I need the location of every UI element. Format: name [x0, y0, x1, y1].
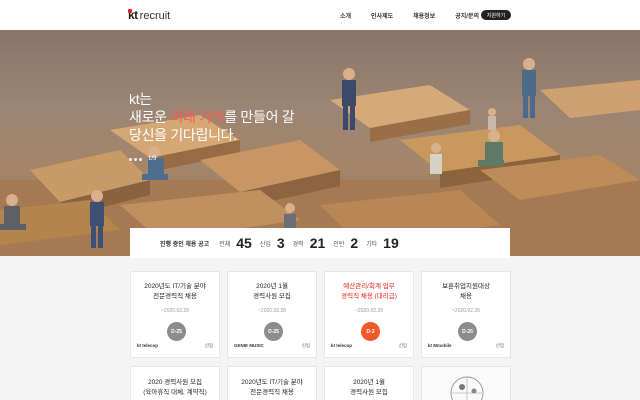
- job-title-line-2: (육아휴직 대체, 계약직): [143, 389, 207, 396]
- job-title-line-1: 2020 경력사원 모집: [148, 379, 202, 386]
- job-stats-bar: 진행 중인 채용 공고 전체 45 신입 3 경력 21 인턴 2 기타 19: [130, 228, 510, 258]
- job-title-line-1: 2020년 1월: [353, 379, 385, 386]
- stat-other[interactable]: 기타 19: [366, 235, 399, 251]
- job-title-line-1: 2020년도 IT/기술 분야: [241, 379, 303, 386]
- stat-experienced[interactable]: 경력 21: [293, 235, 326, 251]
- main-nav: 소개 인사제도 채용정보 공지/문의: [340, 0, 499, 30]
- kt-recruit-logo[interactable]: kt recruit: [128, 8, 170, 22]
- dday-badge: D-25: [167, 322, 186, 341]
- job-type: 신입: [301, 343, 310, 348]
- job-type: 신입: [495, 343, 504, 348]
- job-title: 2020 경력사원 모집 (육아휴직 대체, 계약직): [131, 378, 219, 398]
- stat-all[interactable]: 전체 45: [219, 235, 252, 251]
- company-name: kt telecop: [331, 343, 353, 348]
- stat-new[interactable]: 신입 3: [260, 235, 285, 251]
- stat-name: 신입: [259, 241, 271, 248]
- slide-dot-2[interactable]: [134, 157, 137, 161]
- company-name: GENIE MUSIC: [234, 343, 264, 348]
- job-title-line-1: 2020년 1월: [256, 283, 288, 290]
- stat-name: 인턴: [333, 241, 345, 248]
- job-title-line-2: 경력사원 모집: [253, 293, 291, 300]
- hero-headline: kt는 새로운 미래 가치를 만들어 갈 당신을 기다립니다.: [129, 90, 295, 144]
- job-deadline: ~2020.02.29: [161, 308, 189, 314]
- job-card[interactable]: 2020 경력사원 모집 (육아휴직 대체, 계약직): [130, 366, 220, 400]
- hero-line-1: kt는: [129, 91, 152, 107]
- hero-line-2: 새로운 미래 가치를 만들어 갈: [129, 108, 295, 126]
- slide-dot-3[interactable]: [139, 157, 142, 161]
- job-title-line-2: 채용: [460, 293, 472, 300]
- apply-button[interactable]: 지원하기: [481, 10, 511, 20]
- slide-counter: 1/3: [148, 156, 157, 162]
- top-header: kt recruit 소개 인사제도 채용정보 공지/문의 지원하기: [0, 0, 640, 30]
- hero-banner: kt는 새로운 미래 가치를 만들어 갈 당신을 기다립니다. 1/3: [0, 30, 640, 256]
- job-title: 2020년 1월경력사원 모집: [228, 282, 316, 302]
- job-title-line-2: 경력직 채용 (대리급): [341, 293, 397, 300]
- job-title-line-1: 2020년도 IT/기술 분야: [144, 283, 206, 290]
- job-title: 2020년도 IT/기술 분야전문경력직 채용: [131, 282, 219, 302]
- dday-badge: D-3: [361, 322, 380, 341]
- slide-pager: 1/3: [129, 156, 156, 162]
- job-type: 신입: [398, 343, 407, 348]
- job-card[interactable]: 2020년도 IT/기술 분야전문경력직 채용 ~2020.02.29 D-25…: [130, 271, 220, 358]
- stat-value: 2: [350, 235, 359, 251]
- job-title-line-2: 전문경력직 채용: [250, 389, 294, 396]
- job-title: 예산관리/회계 업무경력직 채용 (대리급): [325, 282, 413, 302]
- stat-value: 3: [276, 235, 285, 251]
- stats-label: 진행 중인 채용 공고: [160, 241, 210, 248]
- hero-line-2-post: 를 만들어 갈: [224, 109, 295, 125]
- hero-line-2-pre: 새로운: [129, 109, 171, 125]
- stat-value: 21: [309, 235, 326, 251]
- promo-illustration-icon: [450, 376, 484, 400]
- dday-badge: D-25: [264, 322, 283, 341]
- stat-value: 19: [383, 235, 399, 251]
- slide-dot-1[interactable]: [129, 157, 132, 161]
- job-card[interactable]: 예산관리/회계 업무경력직 채용 (대리급) ~2020.02.29 D-3 k…: [324, 271, 414, 358]
- job-title: 보훈취업지원대상채용: [422, 282, 510, 302]
- stat-intern[interactable]: 인턴 2: [333, 235, 358, 251]
- logo-recruit: recruit: [139, 10, 171, 22]
- stat-name: 경력: [292, 241, 304, 248]
- job-card[interactable]: 2020년도 IT/기술 분야전문경력직 채용: [227, 366, 317, 400]
- job-title-line-2: 경력사원 모집: [350, 389, 388, 396]
- nav-item-about[interactable]: 소개: [340, 11, 351, 20]
- job-card[interactable]: 보훈취업지원대상채용 ~2020.02.28 D-25 kt Mmobile 신…: [421, 271, 511, 358]
- logo-kt: kt: [128, 8, 138, 22]
- dday-badge: D-25: [458, 322, 477, 341]
- promo-card[interactable]: [421, 366, 511, 400]
- job-card[interactable]: 2020년 1월경력사원 모집 ~2020.02.28 D-25 GENIE M…: [227, 271, 317, 358]
- job-deadline: ~2020.02.29: [355, 308, 383, 314]
- page: kt recruit 소개 인사제도 채용정보 공지/문의 지원하기 kt는 새…: [0, 0, 640, 400]
- job-title-line-1: 예산관리/회계 업무: [343, 283, 395, 290]
- nav-item-hr-system[interactable]: 인사제도: [371, 11, 393, 20]
- hero-accent-text: 미래 가치: [170, 109, 225, 125]
- stat-value: 45: [236, 235, 252, 251]
- job-deadline: ~2020.02.28: [452, 308, 480, 314]
- company-name: kt telecop: [137, 343, 159, 348]
- nav-item-jobs[interactable]: 채용정보: [413, 11, 435, 20]
- stat-name: 전체: [219, 241, 231, 248]
- job-title-line-2: 전문경력직 채용: [153, 293, 197, 300]
- hero-line-3: 당신을 기다립니다.: [129, 127, 237, 143]
- job-title: 2020년 1월경력사원 모집: [325, 378, 413, 398]
- hero-background-image: [0, 58, 640, 256]
- job-card[interactable]: 2020년 1월경력사원 모집: [324, 366, 414, 400]
- company-name: kt Mmobile: [428, 343, 452, 348]
- nav-item-notice[interactable]: 공지/문의: [455, 11, 479, 20]
- job-type: 신입: [204, 343, 213, 348]
- stat-name: 기타: [366, 241, 378, 248]
- job-title: 2020년도 IT/기술 분야전문경력직 채용: [228, 378, 316, 398]
- job-title-line-1: 보훈취업지원대상: [442, 283, 490, 290]
- job-deadline: ~2020.02.28: [258, 308, 286, 314]
